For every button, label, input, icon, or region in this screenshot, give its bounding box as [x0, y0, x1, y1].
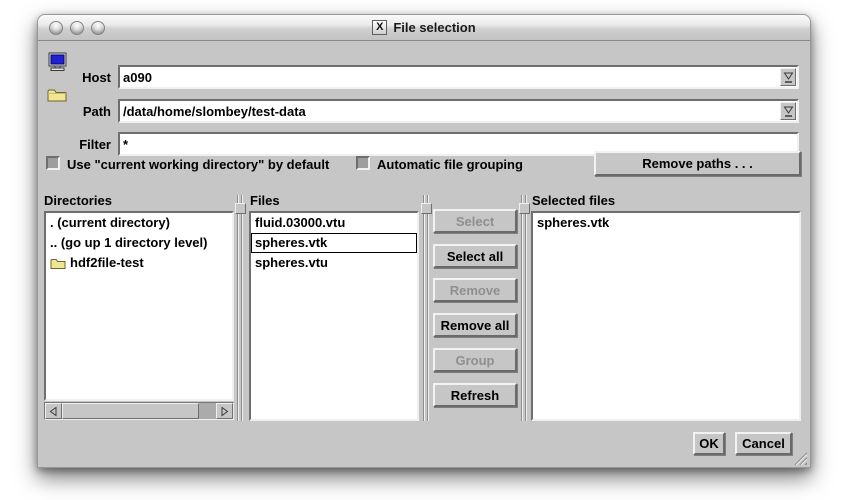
scroll-right-arrow-icon[interactable]	[216, 403, 233, 419]
cancel-button[interactable]: Cancel	[735, 432, 792, 455]
path-dropdown-icon[interactable]	[780, 102, 796, 120]
directories-list: . (current directory) .. (go up 1 direct…	[44, 211, 234, 401]
directories-hscrollbar[interactable]	[44, 402, 234, 420]
use-cwd-checkbox[interactable]	[46, 156, 60, 170]
close-button[interactable]	[49, 21, 63, 35]
file-item-label: spheres.vtk	[255, 234, 327, 252]
list-item-parent-directory[interactable]: .. (go up 1 directory level)	[46, 233, 232, 253]
files-pane-label: Files	[250, 193, 280, 208]
use-cwd-label[interactable]: Use "current working directory" by defau…	[67, 157, 329, 172]
splitter-handle[interactable]	[519, 203, 530, 214]
splitter-directories-files[interactable]	[236, 195, 245, 421]
remove-paths-button[interactable]: Remove paths . . .	[594, 151, 801, 176]
host-field-frame	[118, 65, 799, 89]
list-item-hdf2file-test[interactable]: hdf2file-test	[46, 253, 232, 273]
remove-button[interactable]: Remove	[433, 278, 517, 302]
selected-file-item-label: spheres.vtk	[537, 214, 609, 232]
scrollbar-thumb[interactable]	[62, 403, 199, 419]
select-button[interactable]: Select	[433, 209, 517, 233]
zoom-button[interactable]	[91, 21, 105, 35]
resize-grip-icon[interactable]	[791, 451, 807, 465]
splitter-handle[interactable]	[235, 203, 246, 214]
group-button[interactable]: Group	[433, 348, 517, 372]
minimize-button[interactable]	[70, 21, 84, 35]
directories-pane-label: Directories	[44, 193, 112, 208]
auto-grouping-checkbox[interactable]	[356, 156, 370, 170]
splitter-actions-selected[interactable]	[520, 195, 529, 421]
selected-files-list: spheres.vtk	[531, 211, 801, 421]
splitter-handle[interactable]	[421, 203, 432, 214]
directory-item-label: .. (go up 1 directory level)	[50, 234, 207, 252]
host-input[interactable]	[120, 68, 780, 86]
file-item-label: fluid.03000.vtu	[255, 214, 345, 232]
auto-grouping-label[interactable]: Automatic file grouping	[377, 157, 523, 172]
traffic-lights	[49, 21, 105, 35]
filter-label: Filter	[65, 137, 111, 152]
folder-icon	[50, 257, 66, 270]
files-list: fluid.03000.vtu spheres.vtk spheres.vtu	[249, 211, 419, 421]
refresh-button[interactable]: Refresh	[433, 383, 517, 407]
directory-item-label: . (current directory)	[50, 214, 170, 232]
list-item-current-directory[interactable]: . (current directory)	[46, 213, 232, 233]
splitter-files-actions[interactable]	[422, 195, 431, 421]
list-item-file-focused[interactable]: spheres.vtk	[251, 233, 417, 253]
selected-files-pane-label: Selected files	[532, 193, 615, 208]
host-computer-icon	[47, 52, 69, 72]
directory-item-label: hdf2file-test	[70, 254, 144, 272]
ok-button[interactable]: OK	[693, 432, 725, 455]
list-item-selected-file[interactable]: spheres.vtk	[533, 213, 799, 233]
scroll-left-arrow-icon[interactable]	[45, 403, 62, 419]
path-label: Path	[65, 104, 111, 119]
remove-all-button[interactable]: Remove all	[433, 313, 517, 337]
host-dropdown-icon[interactable]	[780, 68, 796, 86]
select-all-button[interactable]: Select all	[433, 244, 517, 268]
path-field-frame	[118, 99, 799, 123]
file-item-label: spheres.vtu	[255, 254, 328, 272]
window-title: File selection	[393, 20, 475, 35]
x11-app-icon: X	[372, 20, 387, 35]
titlebar[interactable]: X File selection	[38, 15, 810, 41]
path-input[interactable]	[120, 102, 780, 120]
host-label: Host	[65, 70, 111, 85]
list-item-file[interactable]: spheres.vtu	[251, 253, 417, 273]
file-selection-dialog: X File selection Host Path	[37, 14, 811, 468]
list-item-file[interactable]: fluid.03000.vtu	[251, 213, 417, 233]
title-group: X File selection	[38, 20, 810, 35]
